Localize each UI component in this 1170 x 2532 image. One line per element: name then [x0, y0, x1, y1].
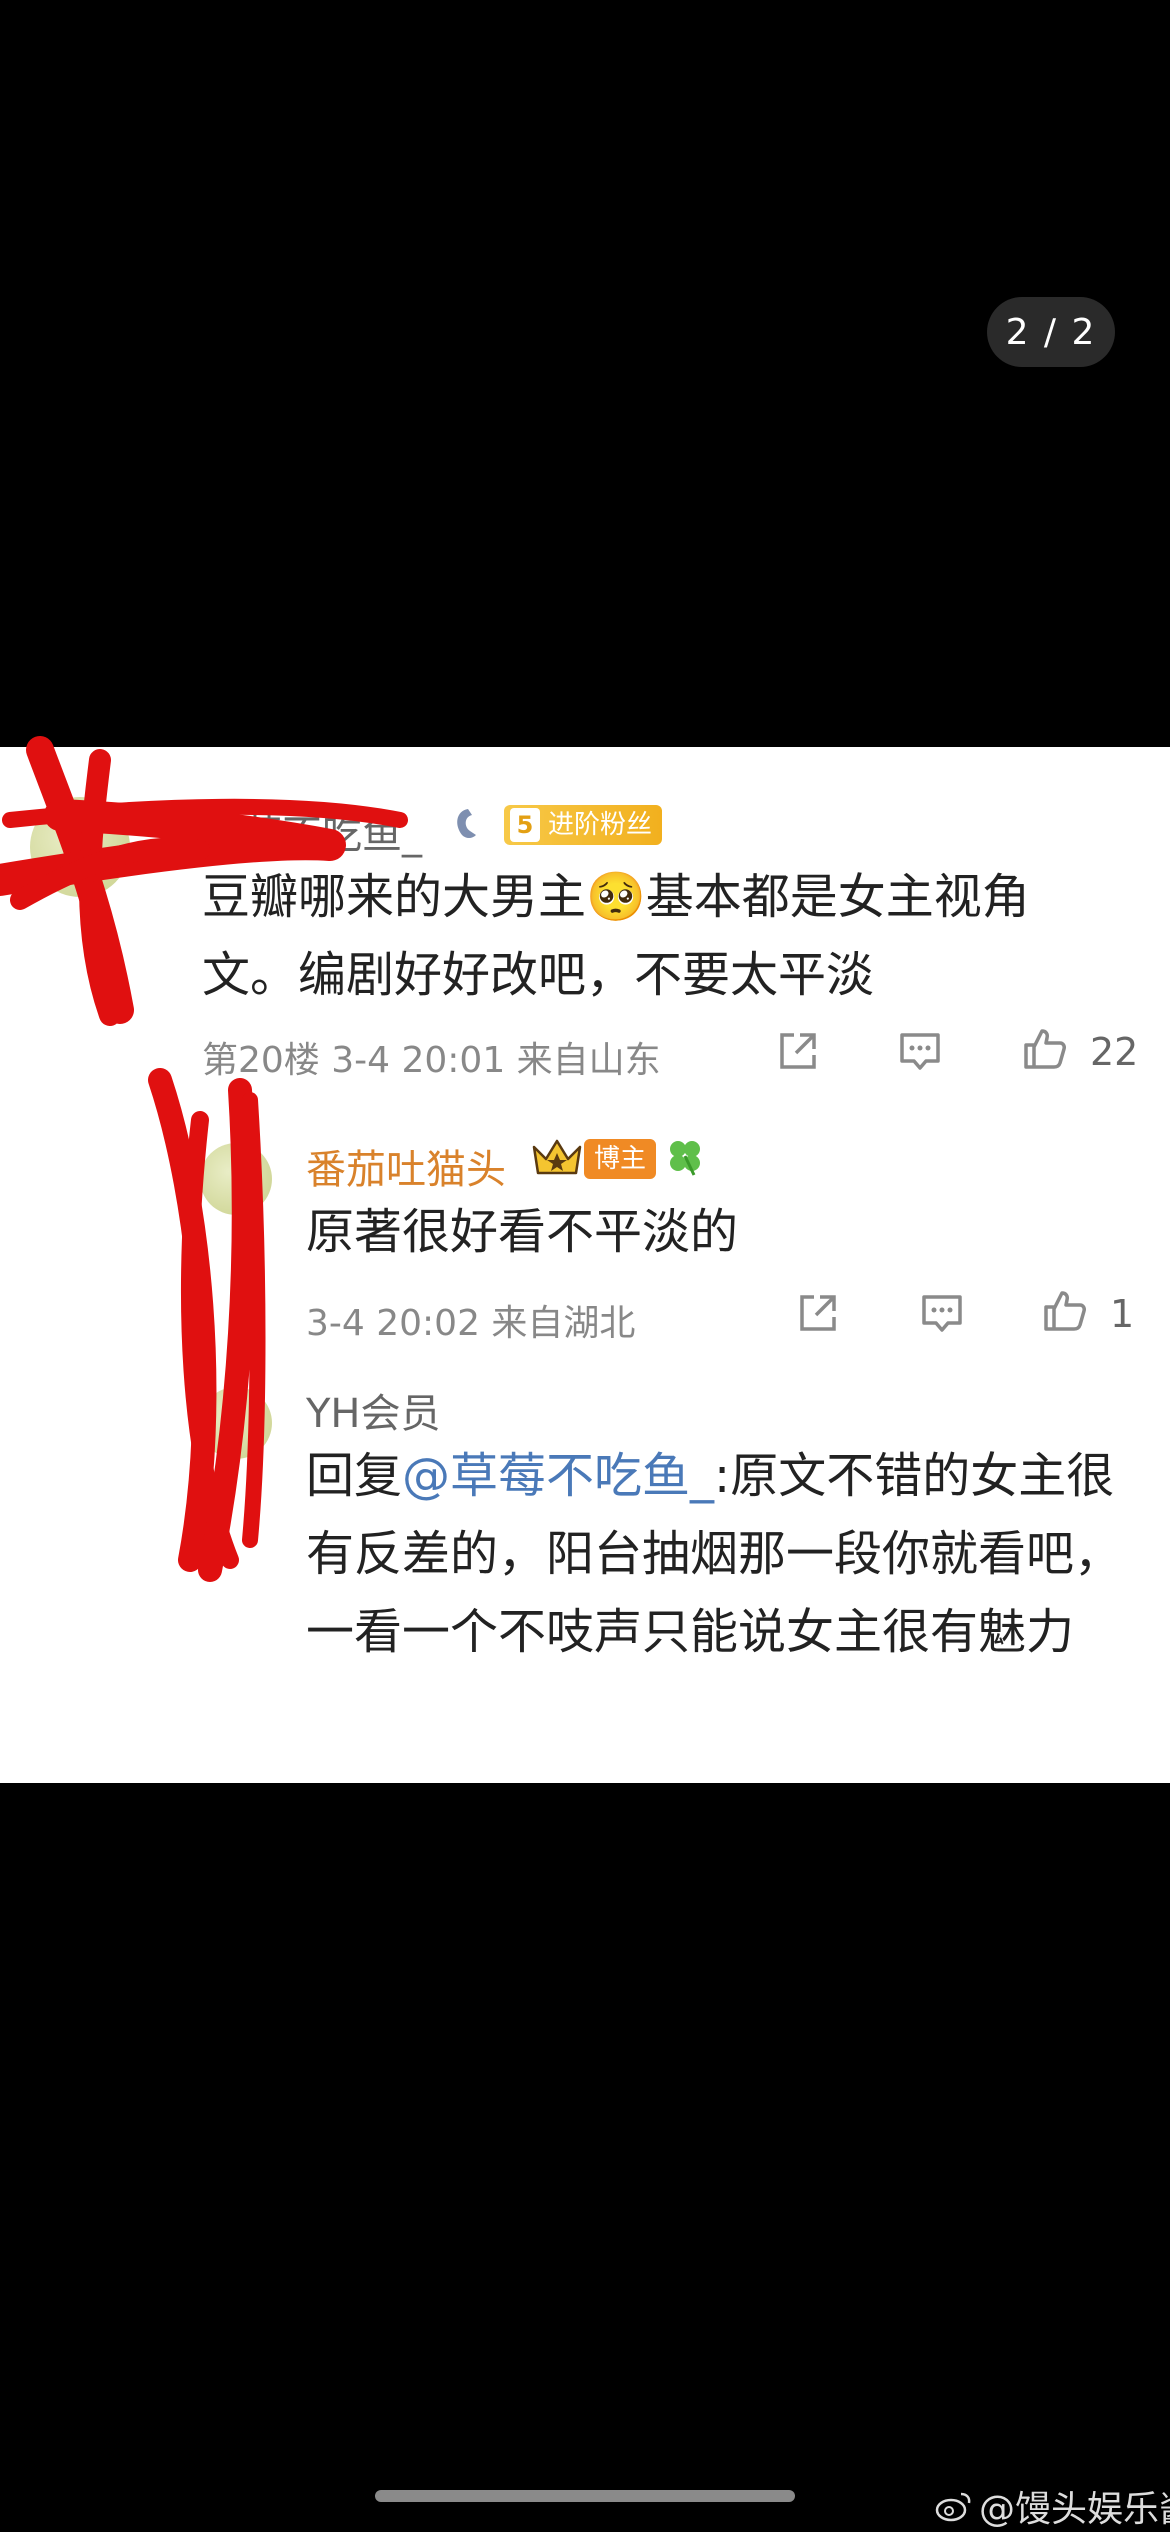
fan-badge: 5 进阶粉丝	[504, 805, 663, 845]
page-indicator: 2 / 2	[987, 297, 1115, 367]
comment-meta: 第20楼 3-4 20:01 来自山东	[202, 1040, 661, 1081]
home-indicator[interactable]	[375, 2490, 795, 2502]
weibo-icon	[935, 2492, 971, 2522]
watermark-text: @馒头娱乐酱	[979, 2489, 1170, 2530]
host-badge: 博主	[584, 1139, 657, 1179]
fan-label: 进阶粉丝	[548, 810, 653, 840]
mention-link[interactable]: @草莓不吃鱼_	[402, 1448, 714, 1504]
like-icon[interactable]	[1040, 1287, 1088, 1335]
like-icon[interactable]	[1020, 1025, 1068, 1073]
avatar[interactable]	[200, 1143, 272, 1215]
comment-meta: 3-4 20:02 来自湖北	[306, 1303, 636, 1344]
comment-icon[interactable]	[896, 1027, 944, 1075]
comment-text: 回复@草莓不吃鱼_:原文不错的女主很有反差的，阳台抽烟那一段你就看吧，一看一个不…	[306, 1437, 1126, 1671]
screenshot-card: 草莓不吃鱼_ 5 进阶粉丝 豆瓣哪来的大男主🥺基本都是女主视角文。编剧好好改吧，…	[0, 747, 1170, 1783]
comment-username[interactable]: 番茄吐猫头	[306, 1137, 506, 1195]
comment-text: 原著很好看不平淡的	[306, 1204, 739, 1260]
level-icon	[457, 809, 476, 838]
avatar[interactable]	[30, 797, 130, 897]
crown-icon	[532, 1139, 582, 1175]
avatar[interactable]	[200, 1387, 272, 1459]
share-icon[interactable]	[794, 1289, 842, 1337]
like-count: 1	[1110, 1292, 1135, 1336]
comment-icon[interactable]	[918, 1289, 966, 1337]
comment-username[interactable]: 草莓不吃鱼_	[202, 802, 422, 860]
comment-text: 豆瓣哪来的大男主🥺基本都是女主视角文。编剧好好改吧，不要太平淡	[202, 869, 1030, 1003]
fan-level: 5	[510, 808, 540, 842]
like-count: 22	[1090, 1030, 1139, 1074]
share-icon[interactable]	[774, 1027, 822, 1075]
comment-username[interactable]: YH会员	[306, 1381, 441, 1439]
watermark: @馒头娱乐酱	[935, 2480, 1170, 2532]
reply-prefix: 回复	[306, 1448, 403, 1504]
clover-icon	[670, 1141, 700, 1176]
